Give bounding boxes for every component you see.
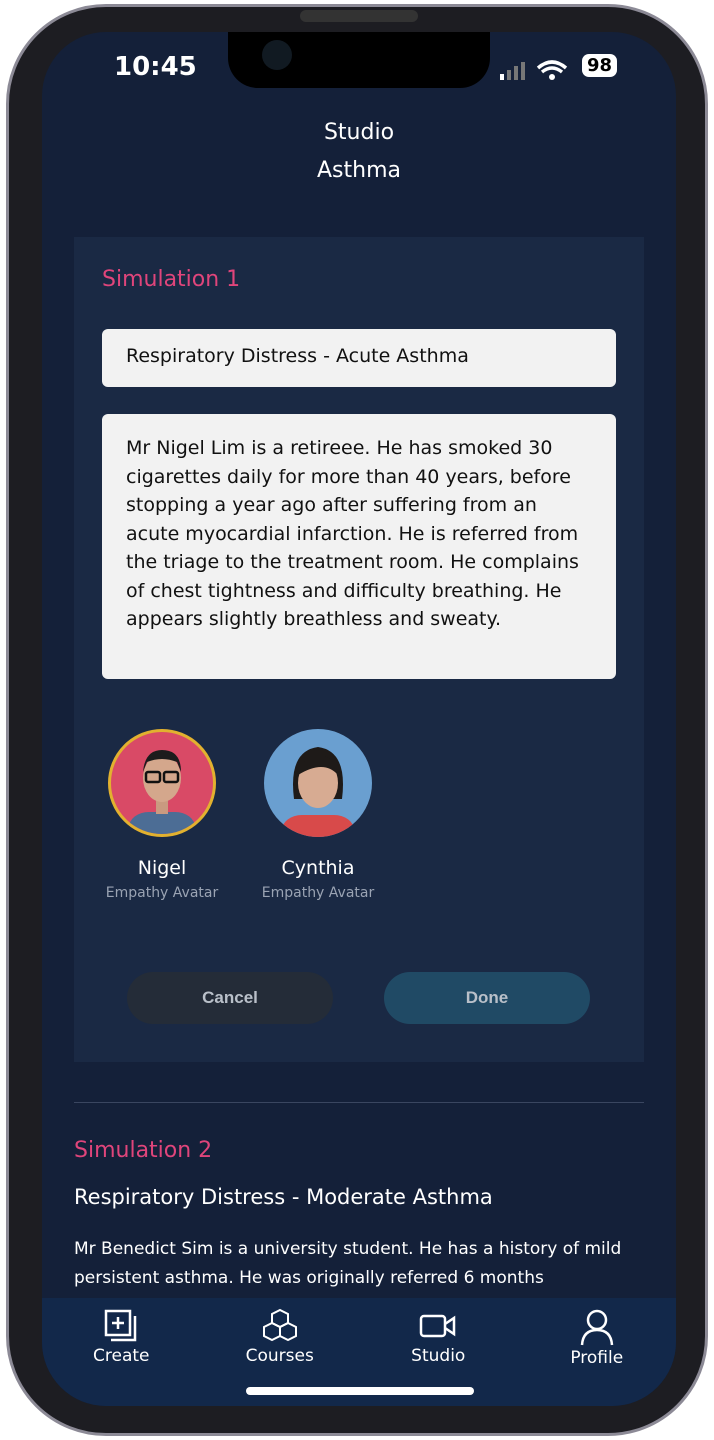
nav-label: Courses	[245, 1346, 314, 1366]
nav-label: Profile	[570, 1348, 624, 1368]
page-header: Studio Asthma	[42, 114, 676, 190]
camera	[262, 40, 292, 70]
status-time: 10:45	[114, 52, 197, 82]
avatar-type: Empathy Avatar	[261, 885, 375, 901]
avatar-image	[264, 729, 372, 837]
video-icon	[420, 1314, 456, 1338]
avatar-name: Cynthia	[281, 857, 355, 879]
courses-icon	[262, 1308, 297, 1342]
simulation-1-card: Simulation 1 Respiratory Distress - Acut…	[74, 237, 644, 1062]
create-icon	[105, 1309, 137, 1342]
speaker	[300, 10, 418, 22]
done-button[interactable]: Done	[384, 972, 590, 1024]
nav-profile[interactable]: Profile	[518, 1298, 677, 1406]
avatar-nigel[interactable]: Nigel Empathy Avatar	[102, 729, 222, 901]
simulation-description-input[interactable]: Mr Nigel Lim is a retireee. He has smoke…	[102, 414, 616, 679]
nav-label: Studio	[411, 1346, 466, 1366]
simulation-2-description: Mr Benedict Sim is a university student.…	[74, 1239, 622, 1288]
nav-label: Create	[93, 1346, 150, 1366]
avatar-image	[108, 729, 216, 837]
battery-indicator: 98	[582, 54, 618, 77]
simulation-2-title: Simulation 2	[74, 1138, 213, 1163]
divider	[74, 1102, 644, 1103]
avatar-cynthia[interactable]: Cynthia Empathy Avatar	[258, 729, 378, 901]
header-subtitle: Asthma	[317, 158, 401, 183]
home-indicator[interactable]	[246, 1387, 474, 1395]
simulation-name-input[interactable]: Respiratory Distress - Acute Asthma	[102, 329, 616, 387]
profile-icon	[580, 1309, 613, 1346]
avatar-name: Nigel	[137, 857, 187, 879]
notch	[228, 32, 490, 88]
nav-create[interactable]: Create	[42, 1298, 201, 1406]
screen: 10:45 98 Studio Asthma Simulation 1 Resp…	[42, 32, 676, 1406]
simulation-1-title: Simulation 1	[102, 267, 241, 292]
signal-wifi-icon	[500, 60, 568, 80]
avatar-type: Empathy Avatar	[105, 885, 219, 901]
header-title: Studio	[323, 120, 395, 145]
simulation-2-name[interactable]: Respiratory Distress - Moderate Asthma	[74, 1185, 493, 1209]
cancel-button[interactable]: Cancel	[127, 972, 333, 1024]
